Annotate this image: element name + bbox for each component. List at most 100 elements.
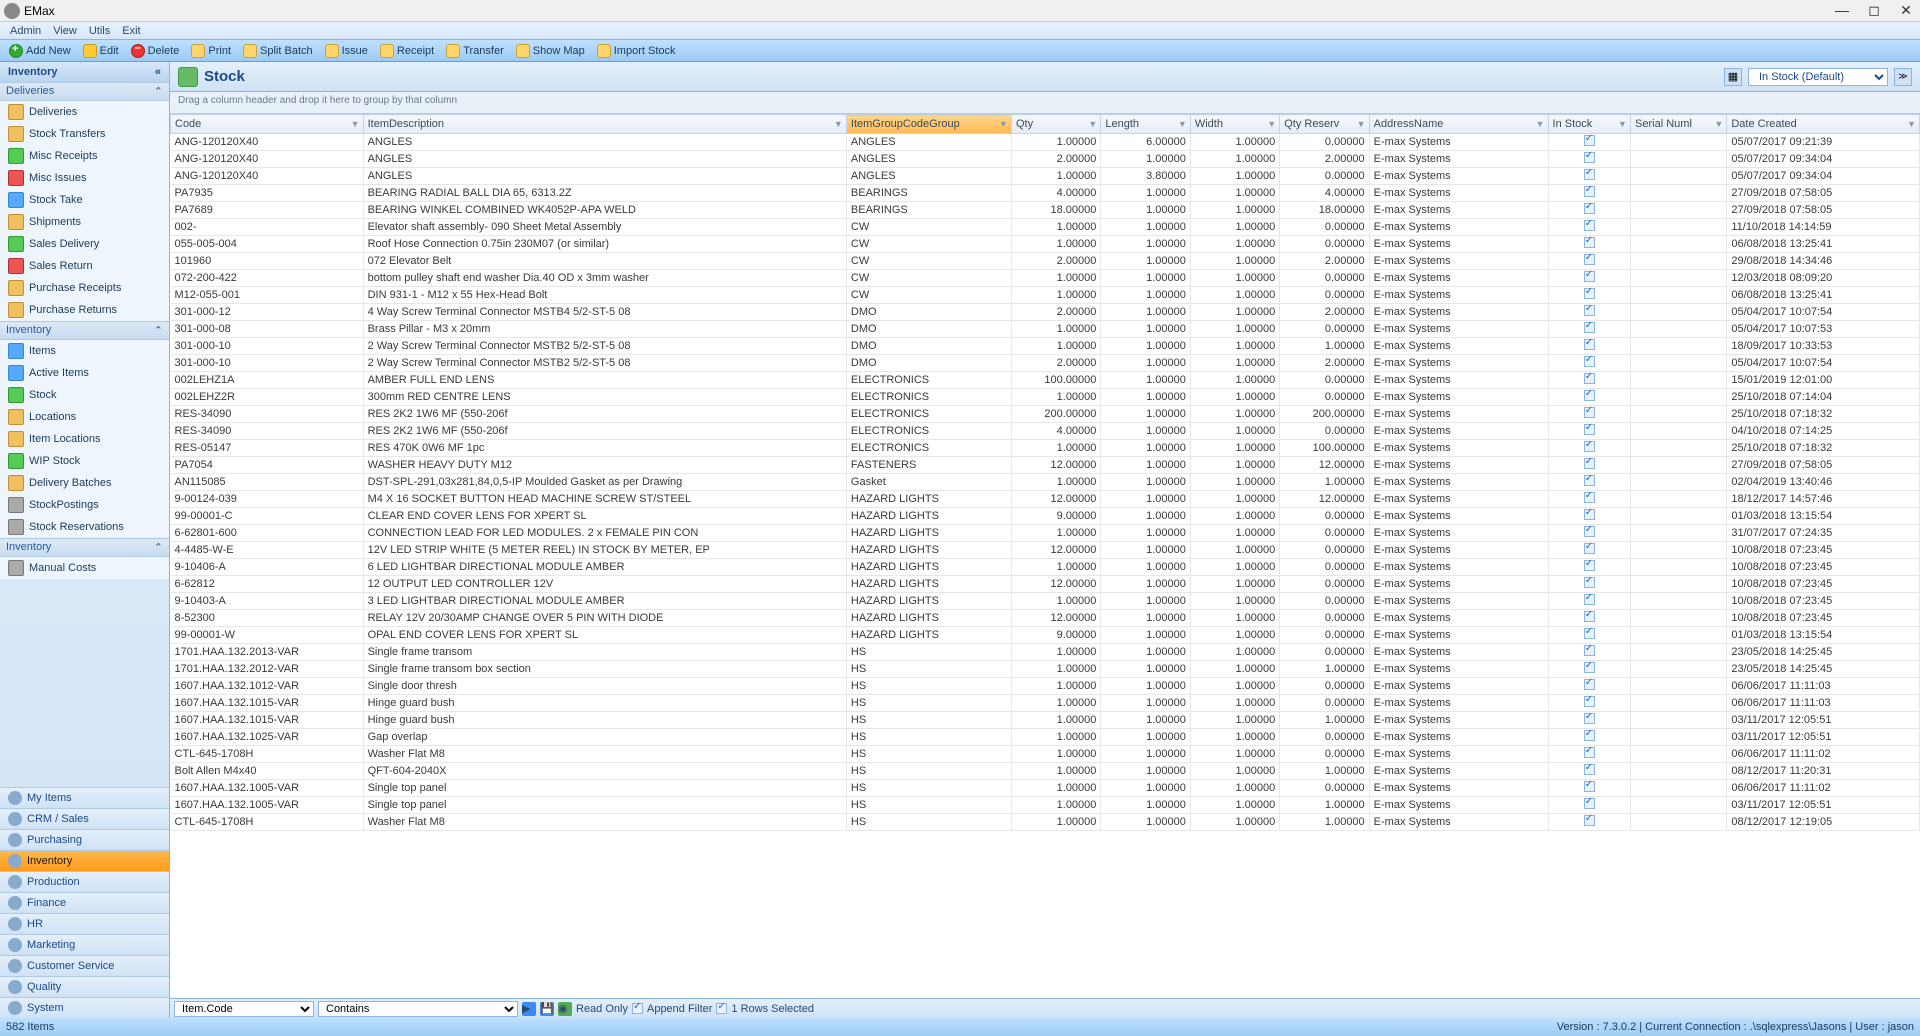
table-row[interactable]: 301-000-102 Way Screw Terminal Connector… (171, 355, 1920, 372)
sidebar-item-wip-stock[interactable]: WIP Stock (0, 450, 169, 472)
table-row[interactable]: 055-005-004Roof Hose Connection 0.75in 2… (171, 236, 1920, 253)
col-header-serialnuml[interactable]: Serial Numl▼ (1631, 115, 1727, 134)
table-row[interactable]: RES-34090RES 2K2 1W6 MF (550-206fELECTRO… (171, 406, 1920, 423)
nav-module-inventory[interactable]: Inventory (0, 850, 169, 871)
table-row[interactable]: 99-00001-WOPAL END COVER LENS FOR XPERT … (171, 627, 1920, 644)
maximize-button[interactable]: ◻ (1864, 2, 1884, 19)
table-row[interactable]: 301-000-102 Way Screw Terminal Connector… (171, 338, 1920, 355)
receipt-button[interactable]: Receipt (375, 43, 439, 59)
print-button[interactable]: Print (186, 43, 236, 59)
sidebar-item-active-items[interactable]: Active Items (0, 362, 169, 384)
table-row[interactable]: 301-000-08Brass Pillar - M3 x 20mmDMO1.0… (171, 321, 1920, 338)
table-row[interactable]: 1607.HAA.132.1012-VARSingle door threshH… (171, 678, 1920, 695)
table-row[interactable]: 4-4485-W-E12V LED STRIP WHITE (5 METER R… (171, 542, 1920, 559)
table-row[interactable]: CTL-645-1708HWasher Flat M8HS1.000001.00… (171, 814, 1920, 831)
filter-icon[interactable]: ▼ (1088, 119, 1098, 129)
nav-module-quality[interactable]: Quality (0, 976, 169, 997)
col-header-addressname[interactable]: AddressName▼ (1369, 115, 1548, 134)
nav-module-system[interactable]: System (0, 997, 169, 1018)
table-row[interactable]: PA7935BEARING RADIAL BALL DIA 65, 6313.2… (171, 185, 1920, 202)
table-row[interactable]: 002LEHZ1AAMBER FULL END LENSELECTRONICS1… (171, 372, 1920, 389)
read-only-checkbox[interactable] (632, 1003, 643, 1014)
filter-icon[interactable]: ▼ (1536, 119, 1546, 129)
col-header-qtyreserv[interactable]: Qty Reserv▼ (1280, 115, 1369, 134)
filter-icon[interactable]: ▼ (1907, 119, 1917, 129)
collapse-icon[interactable]: « (155, 66, 161, 78)
filter-icon[interactable]: ▼ (834, 119, 844, 129)
table-row[interactable]: 9-10406-A6 LED LIGHTBAR DIRECTIONAL MODU… (171, 559, 1920, 576)
close-button[interactable]: ✕ (1896, 2, 1916, 19)
table-row[interactable]: PA7054WASHER HEAVY DUTY M12FASTENERS12.0… (171, 457, 1920, 474)
minimize-button[interactable]: — (1832, 2, 1852, 19)
table-row[interactable]: 9-00124-039M4 X 16 SOCKET BUTTON HEAD MA… (171, 491, 1920, 508)
columns-button[interactable]: ▦ (1724, 68, 1742, 86)
col-header-width[interactable]: Width▼ (1190, 115, 1279, 134)
table-row[interactable]: 8-52300RELAY 12V 20/30AMP CHANGE OVER 5 … (171, 610, 1920, 627)
sidebar-item-sales-delivery[interactable]: Sales Delivery (0, 233, 169, 255)
table-row[interactable]: ANG-120120X40ANGLESANGLES2.000001.000001… (171, 151, 1920, 168)
table-row[interactable]: 002-Elevator shaft assembly- 090 Sheet M… (171, 219, 1920, 236)
filter-icon[interactable]: ▼ (999, 119, 1009, 129)
table-row[interactable]: ANG-120120X40ANGLESANGLES1.000003.800001… (171, 168, 1920, 185)
sidebar-section-2[interactable]: Inventory⌃ (0, 538, 169, 557)
table-row[interactable]: AN115085DST-SPL-291,03x281,84,0,5-IP Mou… (171, 474, 1920, 491)
save-filter-icon[interactable]: 💾 (540, 1002, 554, 1016)
issue-button[interactable]: Issue (320, 43, 373, 59)
table-row[interactable]: 101960072 Elevator BeltCW2.000001.000001… (171, 253, 1920, 270)
grid-scroll[interactable]: Code▼ItemDescription▼ItemGroupCodeGroup▼… (170, 114, 1920, 998)
importstock-button[interactable]: Import Stock (592, 43, 681, 59)
showmap-button[interactable]: Show Map (511, 43, 590, 59)
filter-icon[interactable]: ▼ (1267, 119, 1277, 129)
table-row[interactable]: 1607.HAA.132.1005-VARSingle top panelHS1… (171, 780, 1920, 797)
nav-module-my-items[interactable]: My Items (0, 787, 169, 808)
col-header-itemdescription[interactable]: ItemDescription▼ (363, 115, 846, 134)
sidebar-item-purchase-receipts[interactable]: Purchase Receipts (0, 277, 169, 299)
col-header-itemgroupcodegroup[interactable]: ItemGroupCodeGroup▼ (846, 115, 1011, 134)
table-row[interactable]: 1701.HAA.132.2013-VARSingle frame transo… (171, 644, 1920, 661)
sidebar-item-item-locations[interactable]: Item Locations (0, 428, 169, 450)
menu-utils[interactable]: Utils (83, 25, 116, 37)
table-row[interactable]: 002LEHZ2R300mm RED CENTRE LENSELECTRONIC… (171, 389, 1920, 406)
table-row[interactable]: 9-10403-A3 LED LIGHTBAR DIRECTIONAL MODU… (171, 593, 1920, 610)
table-row[interactable]: 1607.HAA.132.1015-VARHinge guard bushHS1… (171, 695, 1920, 712)
nav-module-hr[interactable]: HR (0, 913, 169, 934)
filter-icon[interactable]: ▼ (1714, 119, 1724, 129)
table-row[interactable]: ANG-120120X40ANGLESANGLES1.000006.000001… (171, 134, 1920, 151)
splitbatch-button[interactable]: Split Batch (238, 43, 318, 59)
table-row[interactable]: 072-200-422bottom pulley shaft end washe… (171, 270, 1920, 287)
sidebar-section-0[interactable]: Deliveries⌃ (0, 82, 169, 101)
table-row[interactable]: RES-05147RES 470K 0W6 MF 1pcELECTRONICS1… (171, 440, 1920, 457)
table-row[interactable]: 6-6281212 OUTPUT LED CONTROLLER 12VHAZAR… (171, 576, 1920, 593)
col-header-qty[interactable]: Qty▼ (1011, 115, 1100, 134)
nav-module-crm-sales[interactable]: CRM / Sales (0, 808, 169, 829)
menu-view[interactable]: View (47, 25, 83, 37)
menu-admin[interactable]: Admin (4, 25, 47, 37)
nav-module-finance[interactable]: Finance (0, 892, 169, 913)
view-options-button[interactable]: ≫ (1894, 68, 1912, 86)
filter-icon[interactable]: ▼ (1357, 119, 1367, 129)
sidebar-item-stock-take[interactable]: Stock Take (0, 189, 169, 211)
sidebar-item-stock-transfers[interactable]: Stock Transfers (0, 123, 169, 145)
table-row[interactable]: M12-055-001DIN 931-1 - M12 x 55 Hex-Head… (171, 287, 1920, 304)
sidebar-item-stockpostings[interactable]: StockPostings (0, 494, 169, 516)
sidebar-item-stock-reservations[interactable]: Stock Reservations (0, 516, 169, 538)
nav-module-customer-service[interactable]: Customer Service (0, 955, 169, 976)
append-filter-checkbox[interactable] (716, 1003, 727, 1014)
table-row[interactable]: RES-34090RES 2K2 1W6 MF (550-206fELECTRO… (171, 423, 1920, 440)
table-row[interactable]: 6-62801-600CONNECTION LEAD FOR LED MODUL… (171, 525, 1920, 542)
nav-module-production[interactable]: Production (0, 871, 169, 892)
play-icon[interactable]: ▶ (522, 1002, 536, 1016)
sidebar-item-sales-return[interactable]: Sales Return (0, 255, 169, 277)
sidebar-item-deliveries[interactable]: Deliveries (0, 101, 169, 123)
sidebar-item-items[interactable]: Items (0, 340, 169, 362)
nav-module-marketing[interactable]: Marketing (0, 934, 169, 955)
delete-button[interactable]: Delete (126, 43, 185, 59)
transfer-button[interactable]: Transfer (441, 43, 509, 59)
sidebar-item-purchase-returns[interactable]: Purchase Returns (0, 299, 169, 321)
col-header-datecreated[interactable]: Date Created▼ (1727, 115, 1920, 134)
sidebar-item-delivery-batches[interactable]: Delivery Batches (0, 472, 169, 494)
sidebar-item-misc-receipts[interactable]: Misc Receipts (0, 145, 169, 167)
add-button[interactable]: Add New (4, 43, 76, 59)
sidebar-section-1[interactable]: Inventory⌃ (0, 321, 169, 340)
sidebar-item-misc-issues[interactable]: Misc Issues (0, 167, 169, 189)
